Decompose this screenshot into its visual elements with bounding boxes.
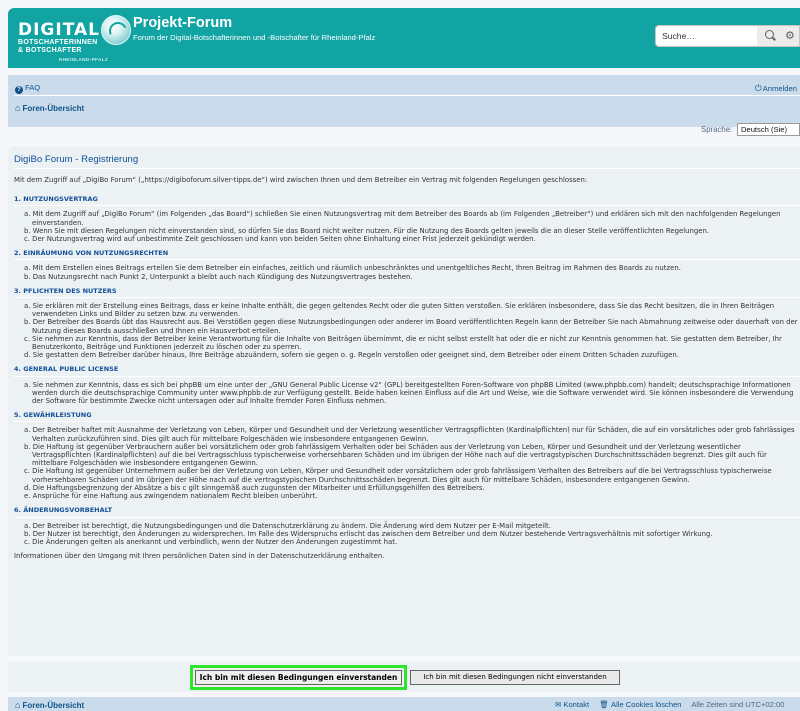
language-label: Sprache: [701, 125, 733, 134]
navbar-divider [14, 95, 800, 96]
contact-link[interactable]: Kontakt [563, 700, 589, 709]
breadcrumb[interactable]: ⌂ Foren-Übersicht [15, 103, 84, 113]
list-item: a. Mit dem Erstellen eines Beitrags erte… [24, 264, 681, 273]
list-item: a. Der Betreiber haftet mit Ausnahme der… [24, 426, 795, 443]
section-list: a. Mit dem Zugriff auf „DigiBo Forum“ (i… [14, 210, 800, 243]
delete-cookies-link[interactable]: Alle Cookies löschen [611, 700, 682, 709]
list-item: a. Mit dem Zugriff auf „DigiBo Forum“ (i… [24, 210, 781, 227]
terms-outro: Informationen über den Umgang mit Ihren … [14, 552, 385, 561]
gear-icon[interactable]: ⚙ [785, 29, 795, 43]
faq-link[interactable]: ? FAQ [15, 83, 40, 94]
agree-button[interactable]: Ich bin mit diesen Bedingungen einversta… [195, 670, 402, 685]
logo-subtitle-2: & BOTSCHAFTER [18, 47, 82, 54]
search-button[interactable]: ⚙ [757, 25, 800, 47]
site-logo[interactable]: DIGITAL BOTSCHAFTERINNEN & BOTSCHAFTER R… [6, 10, 131, 62]
list-item: b. Wenn Sie mit diesen Regelungen nicht … [24, 226, 710, 235]
home-icon: ⌂ [15, 103, 21, 113]
trash-icon: 🗑 [599, 700, 610, 709]
logo-subtitle-3: RHEINLAND-PFALZ [59, 57, 109, 62]
login-label: Anmelden [762, 84, 797, 93]
list-item: a. Sie erklären mit der Erstellung eines… [24, 302, 775, 319]
login-link[interactable]: ⏻Anmelden [755, 83, 797, 94]
search-icon[interactable] [765, 30, 774, 39]
section-heading: 2. EINRÄUMUNG VON NUTZUNGSRECHTEN [14, 249, 800, 261]
list-item: a. Sie nehmen zur Kenntnis, dass es sich… [24, 380, 794, 406]
home-icon: ⌂ [15, 700, 21, 710]
section-heading: 6. ÄNDERUNGSVORBEHALT [14, 506, 800, 518]
list-item: b. Das Nutzungsrecht nach Punkt 2, Unter… [24, 272, 413, 281]
list-item: c. Sie nehmen zur Kenntnis, dass der Bet… [24, 334, 782, 352]
list-item: a. Der Betreiber ist berechtigt, die Nut… [24, 521, 551, 530]
search-input[interactable]: Suche… [655, 25, 758, 47]
terms-content: Mit dem Zugriff auf „DigiBo Forum“ („htt… [14, 176, 800, 560]
section-heading: 3. PFLICHTEN DES NUTZERS [14, 287, 800, 299]
section-list: a. Sie nehmen zur Kenntnis, dass es sich… [14, 381, 800, 406]
site-title[interactable]: Projekt-Forum [133, 15, 232, 31]
site-description: Forum der Digital-Botschafterinnen und -… [133, 33, 376, 42]
list-item: d. Die Haftungsbegrenzung der Absätze a … [24, 483, 485, 492]
panel-divider [14, 168, 800, 169]
agree-button-highlight[interactable]: Ich bin mit diesen Bedingungen einversta… [190, 665, 407, 690]
globe-icon [101, 15, 131, 45]
section-heading: 5. GEWÄHRLEISTUNG [14, 411, 800, 423]
terms-intro: Mit dem Zugriff auf „DigiBo Forum“ („htt… [14, 176, 588, 184]
list-item: b. Der Nutzer ist berechtigt, den Änderu… [24, 529, 713, 538]
disagree-button[interactable]: Ich bin mit diesen Bedingungen nicht ein… [410, 670, 620, 685]
list-item: d. Sie gestatten dem Betreiber darüber h… [24, 351, 679, 360]
list-item: e. Ansprüche für eine Haftung aus zwinge… [24, 492, 318, 501]
faq-label: FAQ [25, 83, 41, 92]
list-item: c. Die Haftung ist gegenüber Unternehmer… [24, 467, 772, 484]
list-item: b. Die Haftung ist gegenüber Verbraucher… [24, 442, 767, 468]
section-list: a. Der Betreiber haftet mit Ausnahme der… [14, 426, 800, 500]
logo-text: DIGITAL [18, 20, 100, 40]
timezone-text: Alle Zeiten sind UTC+02:00 [691, 700, 785, 709]
breadcrumb-label: Foren-Übersicht [22, 104, 85, 113]
panel-title: DigiBo Forum - Registrierung [14, 154, 139, 165]
footer-breadcrumb-label: Foren-Übersicht [22, 701, 85, 710]
language-select[interactable]: Deutsch (Sie) [737, 123, 800, 136]
power-icon: ⏻ [755, 83, 762, 93]
section-list: a. Sie erklären mit der Erstellung eines… [14, 302, 800, 359]
list-item: b. Der Betreiber des Boards übt das Haus… [24, 318, 798, 335]
section-list: a. Der Betreiber ist berechtigt, die Nut… [14, 522, 800, 547]
list-item: c. Der Nutzungsvertrag wird auf unbestim… [24, 235, 536, 244]
list-item: c. Die Änderungen gelten als anerkannt u… [24, 537, 398, 546]
logo-subtitle-1: BOTSCHAFTERINNEN [18, 39, 98, 46]
section-list: a. Mit dem Erstellen eines Beitrags erte… [14, 264, 800, 280]
navbar [8, 75, 800, 127]
footer-links: ✉ Kontakt 🗑 Alle Cookies löschen Alle Zeit… [555, 700, 784, 709]
section-heading: 4. GENERAL PUBLIC LICENSE [14, 365, 800, 377]
envelope-icon: ✉ [555, 700, 562, 709]
section-heading: 1. NUTZUNGSVERTRAG [14, 195, 800, 207]
footer-breadcrumb[interactable]: ⌂ Foren-Übersicht [15, 700, 84, 710]
question-icon: ? [15, 86, 23, 94]
